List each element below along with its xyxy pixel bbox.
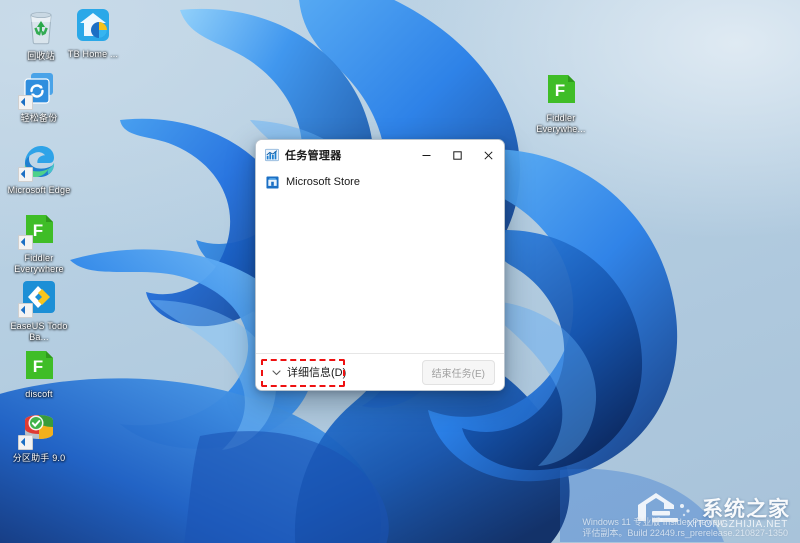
desktop-icon-label: 轻松备份 [20, 113, 58, 123]
minimize-icon [422, 154, 431, 156]
maximize-icon [453, 150, 462, 160]
watermark-line-1: Windows 11 专业版 Insider Preview [582, 517, 725, 527]
window-titlebar[interactable]: 任务管理器 [256, 140, 504, 170]
maximize-button[interactable] [442, 140, 473, 170]
chevron-down-icon [272, 369, 281, 375]
desktop-icon-label: discoft [25, 389, 53, 399]
desktop-icon-label: TB Home ... [67, 49, 119, 59]
fiddler-icon: F [540, 68, 582, 110]
windows-activation-watermark: Windows 11 专业版 Insider Preview 评估副本。Buil… [582, 517, 788, 539]
desktop-icon-fiddler-everywhere[interactable]: F Fiddler Everywhere [2, 208, 76, 275]
process-name: Microsoft Store [286, 176, 360, 188]
end-task-button[interactable]: 结束任务(E) [421, 359, 495, 385]
fiddler-icon: F [18, 208, 60, 250]
desktop-icon-easeus-todo-backup[interactable]: EaseUS Todo Ba... [2, 276, 76, 343]
desktop-icon-fiddler-everywhere-2[interactable]: F Fiddler Everywhe... [524, 68, 598, 135]
microsoft-store-icon [266, 175, 279, 189]
desktop-icon-easy-backup[interactable]: 轻松备份 [2, 68, 76, 124]
backup-sync-icon [18, 68, 60, 110]
desktop-icon-label: 分区助手 9.0 [12, 453, 66, 463]
partition-icon [18, 408, 60, 450]
desktop-icon-label: Fiddler Everywhere [14, 253, 64, 274]
list-item[interactable]: Microsoft Store [256, 172, 504, 192]
desktop-icon-label: EaseUS Todo Ba... [10, 321, 68, 342]
close-button[interactable] [473, 140, 504, 170]
titlebar-left-group: 任务管理器 [256, 147, 411, 163]
fiddler-icon: F [18, 344, 60, 386]
window-title: 任务管理器 [285, 150, 342, 162]
window-controls [411, 140, 504, 170]
shortcut-overlay-icon [18, 235, 33, 250]
task-manager-window: 任务管理器 Microsoft Store 详细信息(D) 结束任务(E) [255, 139, 505, 391]
desktop-icon-microsoft-edge[interactable]: Microsoft Edge [2, 140, 76, 196]
window-footer: 详细信息(D) 结束任务(E) [256, 353, 504, 390]
details-button[interactable]: 详细信息(D) [265, 361, 352, 383]
tb-home-icon [72, 4, 114, 46]
minimize-button[interactable] [411, 140, 442, 170]
desktop-icon-label: Microsoft Edge [7, 185, 71, 195]
desktop-icon-discoft[interactable]: F discoft [2, 344, 76, 400]
process-list[interactable]: Microsoft Store [256, 170, 504, 353]
edge-icon [18, 140, 60, 182]
svg-text:F: F [33, 357, 43, 376]
details-button-label: 详细信息(D) [287, 367, 347, 379]
svg-text:F: F [33, 221, 43, 240]
desktop-icon-label: Fiddler Everywhe... [536, 113, 586, 134]
close-icon [484, 150, 493, 160]
watermark-line-2: 评估副本。Build 22449.rs_prerelease.210827-13… [582, 528, 788, 538]
desktop-screen: 回收站 TB Home ... 轻松备份 Microsoft Edge F Fi… [0, 0, 800, 543]
easeus-icon [18, 276, 60, 318]
desktop-icon-partition-assistant[interactable]: 分区助手 9.0 [2, 408, 76, 464]
shortcut-overlay-icon [18, 303, 33, 318]
shortcut-overlay-icon [18, 167, 33, 182]
desktop-icon-tb-home[interactable]: TB Home ... [56, 4, 130, 60]
shortcut-overlay-icon [18, 435, 33, 450]
shortcut-overlay-icon [18, 95, 33, 110]
task-manager-chart-icon [265, 148, 279, 162]
svg-text:F: F [555, 81, 565, 100]
